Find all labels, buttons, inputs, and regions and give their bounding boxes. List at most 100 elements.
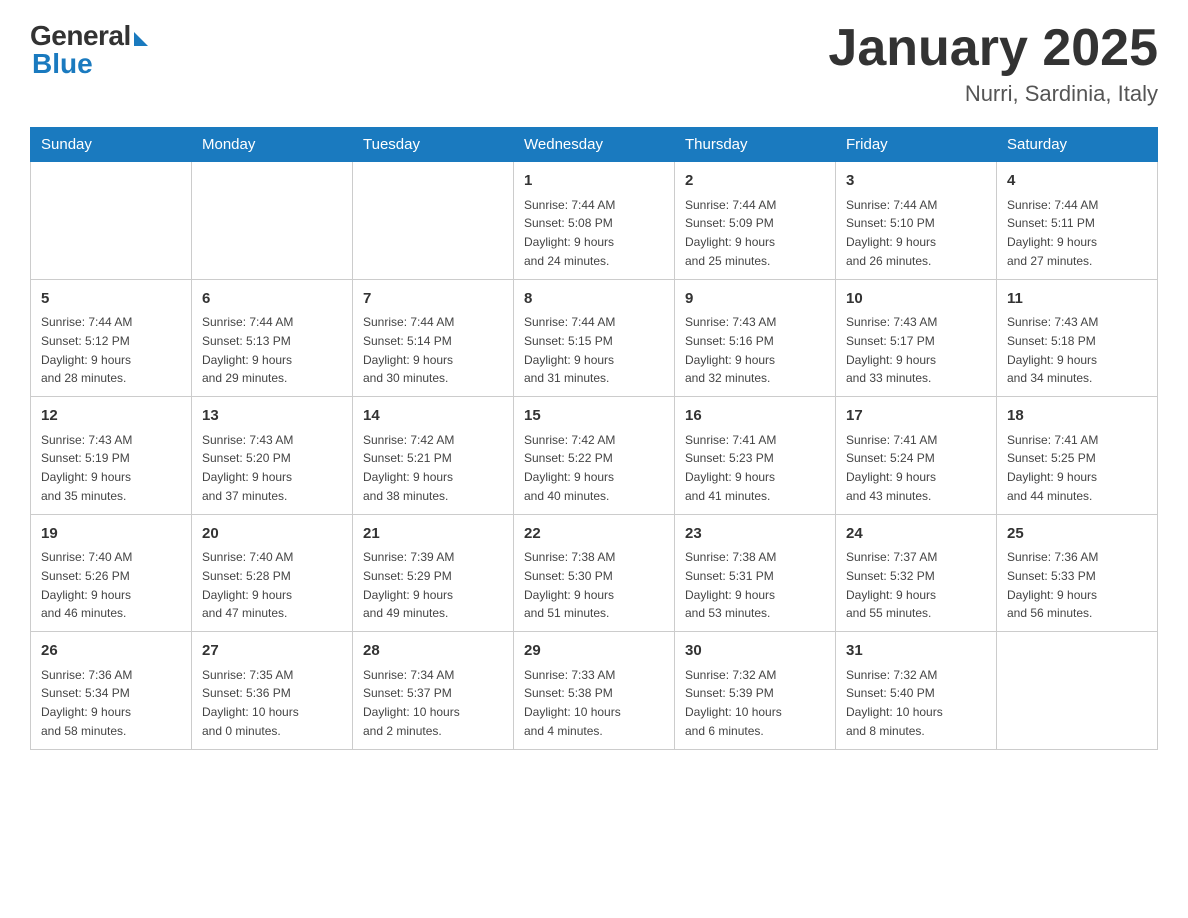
calendar-cell: 29Sunrise: 7:33 AMSunset: 5:38 PMDayligh… (514, 632, 675, 750)
day-number: 7 (363, 288, 503, 311)
day-info: Sunrise: 7:36 AMSunset: 5:33 PMDaylight:… (1007, 550, 1098, 620)
day-number: 20 (202, 523, 342, 546)
calendar-cell: 9 Sunrise: 7:43 AMSunset: 5:16 PMDaylight… (675, 279, 836, 397)
day-info: Sunrise: 7:37 AMSunset: 5:32 PMDaylight:… (846, 550, 937, 620)
calendar-cell: 8 Sunrise: 7:44 AMSunset: 5:15 PMDaylight… (514, 279, 675, 397)
day-number: 22 (524, 523, 664, 546)
day-number: 23 (685, 523, 825, 546)
calendar-cell: 22 Sunrise: 7:38 AMSunset: 5:30 PMDayligh… (514, 514, 675, 632)
calendar-cell: 21 Sunrise: 7:39 AMSunset: 5:29 PMDayligh… (353, 514, 514, 632)
day-info: Sunrise: 7:35 AMSunset: 5:36 PMDaylight:… (202, 668, 299, 738)
day-info: Sunrise: 7:42 AMSunset: 5:21 PMDaylight:… (363, 433, 454, 503)
day-number: 28 (363, 640, 503, 663)
day-number: 10 (846, 288, 986, 311)
calendar-cell: 3Sunrise: 7:44 AMSunset: 5:10 PMDaylight… (836, 162, 997, 280)
day-number: 1 (524, 170, 664, 193)
day-number: 6 (202, 288, 342, 311)
day-number: 19 (41, 523, 181, 546)
week-row-4: 19 Sunrise: 7:40 AMSunset: 5:26 PMDayligh… (31, 514, 1158, 632)
day-info: Sunrise: 7:43 AMSunset: 5:16 PMDaylight:… (685, 315, 776, 385)
logo-blue-text: Blue (32, 48, 93, 80)
calendar-cell: 7 Sunrise: 7:44 AMSunset: 5:14 PMDaylight… (353, 279, 514, 397)
calendar-cell: 4 Sunrise: 7:44 AMSunset: 5:11 PMDaylight… (997, 162, 1158, 280)
calendar-cell: 11Sunrise: 7:43 AMSunset: 5:18 PMDayligh… (997, 279, 1158, 397)
calendar-cell: 30 Sunrise: 7:32 AMSunset: 5:39 PMDayligh… (675, 632, 836, 750)
calendar-cell: 23Sunrise: 7:38 AMSunset: 5:31 PMDayligh… (675, 514, 836, 632)
day-info: Sunrise: 7:44 AMSunset: 5:15 PMDaylight:… (524, 315, 615, 385)
calendar-cell: 25 Sunrise: 7:36 AMSunset: 5:33 PMDayligh… (997, 514, 1158, 632)
day-header-sunday: Sunday (31, 128, 192, 162)
day-number: 14 (363, 405, 503, 428)
calendar-cell: 15 Sunrise: 7:42 AMSunset: 5:22 PMDayligh… (514, 397, 675, 515)
day-info: Sunrise: 7:44 AMSunset: 5:13 PMDaylight:… (202, 315, 293, 385)
day-header-wednesday: Wednesday (514, 128, 675, 162)
calendar-cell: 10 Sunrise: 7:43 AMSunset: 5:17 PMDayligh… (836, 279, 997, 397)
calendar-cell: 1 Sunrise: 7:44 AMSunset: 5:08 PMDaylight… (514, 162, 675, 280)
day-number: 15 (524, 405, 664, 428)
day-header-monday: Monday (192, 128, 353, 162)
calendar-cell: 28 Sunrise: 7:34 AMSunset: 5:37 PMDayligh… (353, 632, 514, 750)
logo: General Blue (30, 20, 148, 80)
day-number: 12 (41, 405, 181, 428)
day-number: 21 (363, 523, 503, 546)
day-info: Sunrise: 7:44 AMSunset: 5:09 PMDaylight:… (685, 198, 776, 268)
day-number: 31 (846, 640, 986, 663)
day-info: Sunrise: 7:43 AMSunset: 5:18 PMDaylight:… (1007, 315, 1098, 385)
day-info: Sunrise: 7:39 AMSunset: 5:29 PMDaylight:… (363, 550, 454, 620)
calendar-title: January 2025 (828, 20, 1158, 77)
day-number: 8 (524, 288, 664, 311)
day-info: Sunrise: 7:38 AMSunset: 5:30 PMDaylight:… (524, 550, 615, 620)
day-info: Sunrise: 7:41 AMSunset: 5:24 PMDaylight:… (846, 433, 937, 503)
day-info: Sunrise: 7:34 AMSunset: 5:37 PMDaylight:… (363, 668, 460, 738)
day-info: Sunrise: 7:44 AMSunset: 5:14 PMDaylight:… (363, 315, 454, 385)
day-info: Sunrise: 7:43 AMSunset: 5:19 PMDaylight:… (41, 433, 132, 503)
calendar-cell: 24 Sunrise: 7:37 AMSunset: 5:32 PMDayligh… (836, 514, 997, 632)
day-info: Sunrise: 7:41 AMSunset: 5:25 PMDaylight:… (1007, 433, 1098, 503)
day-number: 25 (1007, 523, 1147, 546)
day-header-thursday: Thursday (675, 128, 836, 162)
calendar-cell: 19 Sunrise: 7:40 AMSunset: 5:26 PMDayligh… (31, 514, 192, 632)
day-number: 2 (685, 170, 825, 193)
day-info: Sunrise: 7:43 AMSunset: 5:17 PMDaylight:… (846, 315, 937, 385)
day-info: Sunrise: 7:44 AMSunset: 5:10 PMDaylight:… (846, 198, 937, 268)
calendar-cell: 5Sunrise: 7:44 AMSunset: 5:12 PMDaylight… (31, 279, 192, 397)
calendar-cell: 16 Sunrise: 7:41 AMSunset: 5:23 PMDayligh… (675, 397, 836, 515)
week-row-1: 1 Sunrise: 7:44 AMSunset: 5:08 PMDaylight… (31, 162, 1158, 280)
day-number: 24 (846, 523, 986, 546)
day-info: Sunrise: 7:44 AMSunset: 5:12 PMDaylight:… (41, 315, 132, 385)
day-number: 4 (1007, 170, 1147, 193)
calendar-cell: 27Sunrise: 7:35 AMSunset: 5:36 PMDayligh… (192, 632, 353, 750)
week-row-3: 12 Sunrise: 7:43 AMSunset: 5:19 PMDayligh… (31, 397, 1158, 515)
calendar-cell: 18 Sunrise: 7:41 AMSunset: 5:25 PMDayligh… (997, 397, 1158, 515)
day-number: 16 (685, 405, 825, 428)
day-number: 17 (846, 405, 986, 428)
calendar-cell: 14 Sunrise: 7:42 AMSunset: 5:21 PMDayligh… (353, 397, 514, 515)
day-info: Sunrise: 7:40 AMSunset: 5:28 PMDaylight:… (202, 550, 293, 620)
day-info: Sunrise: 7:43 AMSunset: 5:20 PMDaylight:… (202, 433, 293, 503)
logo-arrow-icon (134, 32, 148, 46)
calendar-cell: 13 Sunrise: 7:43 AMSunset: 5:20 PMDayligh… (192, 397, 353, 515)
day-info: Sunrise: 7:41 AMSunset: 5:23 PMDaylight:… (685, 433, 776, 503)
calendar-body: 1 Sunrise: 7:44 AMSunset: 5:08 PMDaylight… (31, 162, 1158, 750)
day-info: Sunrise: 7:32 AMSunset: 5:40 PMDaylight:… (846, 668, 943, 738)
calendar-cell (997, 632, 1158, 750)
day-number: 29 (524, 640, 664, 663)
calendar-header: SundayMondayTuesdayWednesdayThursdayFrid… (31, 128, 1158, 162)
week-row-2: 5Sunrise: 7:44 AMSunset: 5:12 PMDaylight… (31, 279, 1158, 397)
day-number: 13 (202, 405, 342, 428)
calendar-cell: 6 Sunrise: 7:44 AMSunset: 5:13 PMDaylight… (192, 279, 353, 397)
calendar-cell: 20 Sunrise: 7:40 AMSunset: 5:28 PMDayligh… (192, 514, 353, 632)
day-info: Sunrise: 7:40 AMSunset: 5:26 PMDaylight:… (41, 550, 132, 620)
day-info: Sunrise: 7:44 AMSunset: 5:08 PMDaylight:… (524, 198, 615, 268)
day-info: Sunrise: 7:44 AMSunset: 5:11 PMDaylight:… (1007, 198, 1098, 268)
calendar-cell (31, 162, 192, 280)
calendar-cell: 31 Sunrise: 7:32 AMSunset: 5:40 PMDayligh… (836, 632, 997, 750)
day-number: 18 (1007, 405, 1147, 428)
calendar-cell: 2 Sunrise: 7:44 AMSunset: 5:09 PMDaylight… (675, 162, 836, 280)
day-number: 9 (685, 288, 825, 311)
day-number: 26 (41, 640, 181, 663)
day-info: Sunrise: 7:32 AMSunset: 5:39 PMDaylight:… (685, 668, 782, 738)
day-info: Sunrise: 7:42 AMSunset: 5:22 PMDaylight:… (524, 433, 615, 503)
week-row-5: 26Sunrise: 7:36 AMSunset: 5:34 PMDayligh… (31, 632, 1158, 750)
day-number: 30 (685, 640, 825, 663)
